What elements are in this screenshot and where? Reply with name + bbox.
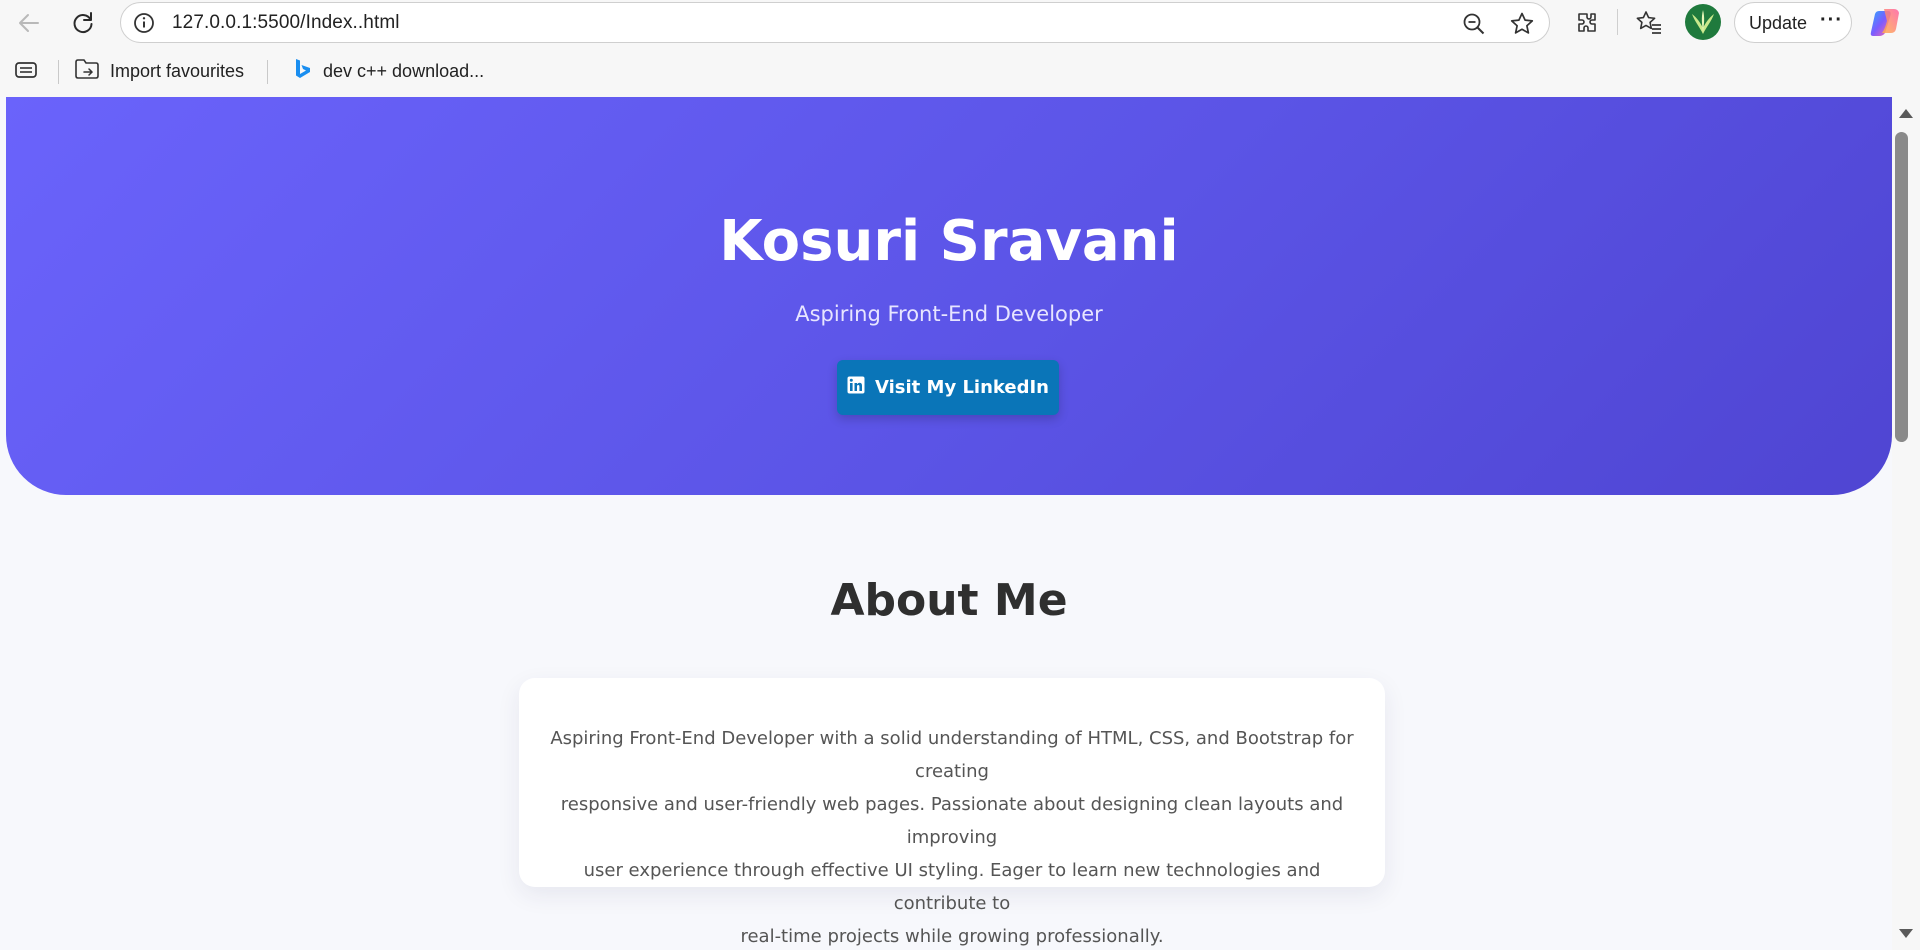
avatar[interactable] — [1685, 4, 1721, 40]
scrollbar-thumb[interactable] — [1895, 132, 1908, 442]
linkedin-button[interactable]: Visit My LinkedIn — [837, 360, 1059, 415]
about-card: Aspiring Front-End Developer with a soli… — [519, 678, 1385, 947]
url-text[interactable]: 127.0.0.1:5500/Index..html — [172, 12, 400, 34]
more-options-icon[interactable]: ··· — [1820, 9, 1843, 32]
bookmarks-divider — [267, 60, 268, 84]
favorites-icon[interactable] — [1632, 6, 1666, 40]
about-text-line: real-time projects while growing profess… — [740, 926, 1164, 947]
bookmarks-bar: Import favourites dev c++ download... — [0, 45, 1920, 97]
update-label: Update — [1749, 13, 1808, 33]
hero-subtitle: Aspiring Front-End Developer — [795, 302, 1103, 326]
bookmark-label: dev c++ download... — [323, 60, 485, 81]
scroll-down-arrow-icon[interactable] — [1899, 929, 1913, 938]
folder-import-icon — [74, 57, 100, 86]
toolbar-divider — [1617, 9, 1618, 35]
zoom-out-icon[interactable] — [1462, 12, 1486, 40]
back-arrow-icon[interactable] — [12, 6, 46, 40]
about-text-line: responsive and user-friendly web pages. … — [560, 794, 1344, 848]
bookmark-import-favourites[interactable]: Import favourites — [74, 57, 244, 85]
reload-icon[interactable] — [66, 6, 100, 40]
address-bar[interactable]: 127.0.0.1:5500/Index..html — [120, 2, 1550, 43]
scroll-up-arrow-icon[interactable] — [1899, 109, 1913, 118]
about-text-line: Aspiring Front-End Developer with a soli… — [550, 728, 1354, 782]
linkedin-button-label: Visit My LinkedIn — [875, 377, 1049, 398]
bookmark-dev-cpp[interactable]: dev c++ download... — [291, 57, 484, 85]
extensions-icon[interactable] — [1570, 6, 1604, 40]
bookmarks-divider — [58, 60, 59, 84]
hero-title: Kosuri Sravani — [719, 209, 1179, 274]
info-icon[interactable] — [133, 12, 155, 38]
bookmark-label: Import favourites — [110, 60, 245, 81]
star-icon[interactable] — [1509, 11, 1535, 41]
copilot-icon[interactable] — [1868, 5, 1902, 39]
about-text-line: user experience through effective UI sty… — [583, 860, 1321, 914]
browser-toolbar: 127.0.0.1:5500/Index..html Update ··· — [0, 0, 1920, 45]
vertical-scrollbar[interactable] — [1892, 97, 1920, 950]
page-viewport: Kosuri Sravani Aspiring Front-End Develo… — [6, 97, 1892, 950]
bing-icon — [291, 57, 313, 86]
about-title: About Me — [830, 575, 1068, 626]
hero-section: Kosuri Sravani Aspiring Front-End Develo… — [6, 97, 1892, 495]
tab-actions-icon[interactable] — [14, 60, 40, 87]
linkedin-icon — [847, 376, 865, 399]
update-button[interactable]: Update ··· — [1734, 2, 1852, 43]
